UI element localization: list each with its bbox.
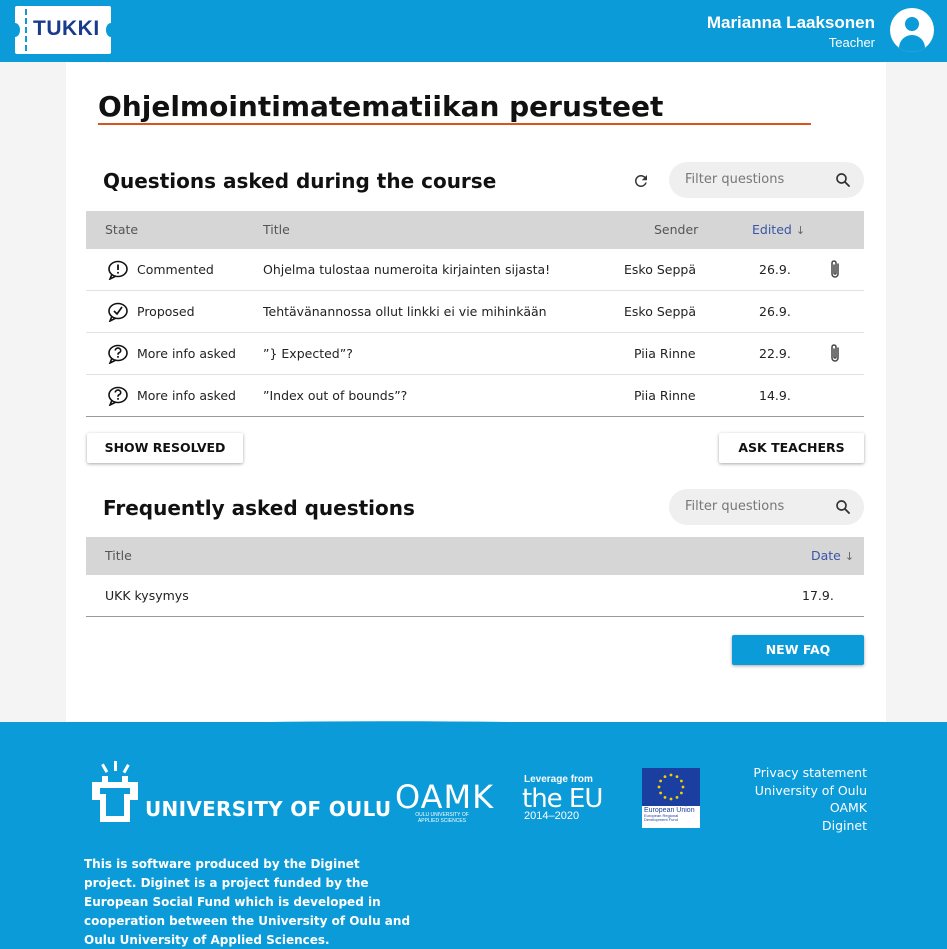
question-state: More info asked bbox=[137, 388, 236, 403]
paperclip-icon[interactable] bbox=[828, 342, 842, 364]
sort-down-arrow-icon: ↓ bbox=[795, 224, 806, 237]
tukki-logo[interactable]: TUKKI bbox=[10, 6, 116, 54]
diginet-link[interactable]: Diginet bbox=[753, 817, 867, 835]
search-icon[interactable] bbox=[834, 171, 852, 189]
refresh-icon[interactable] bbox=[632, 172, 650, 190]
footer-description: This is software produced by the Diginet… bbox=[84, 857, 411, 947]
ask-teachers-button[interactable]: ASK TEACHERS bbox=[719, 433, 864, 463]
paperclip-icon[interactable] bbox=[828, 258, 842, 280]
question-bubble-icon bbox=[108, 386, 128, 406]
question-title[interactable]: ”Index out of bounds”? bbox=[263, 388, 407, 403]
new-faq-button[interactable]: NEW FAQ bbox=[732, 635, 864, 665]
questions-filter-placeholder: Filter questions bbox=[685, 172, 785, 187]
column-edited-label: Edited bbox=[752, 222, 792, 237]
column-title[interactable]: Title bbox=[105, 548, 132, 563]
oamk-logo[interactable]: OAMK bbox=[395, 778, 494, 816]
question-title[interactable]: Tehtävänannossa ollut linkki ei vie mihi… bbox=[263, 304, 547, 319]
oamk-link[interactable]: OAMK bbox=[753, 799, 867, 817]
logo-perforation bbox=[25, 9, 27, 51]
question-edited: 22.9. bbox=[759, 346, 791, 361]
column-date[interactable]: Date ↓ bbox=[811, 548, 854, 563]
faq-section-title: Frequently asked questions bbox=[103, 496, 415, 520]
question-row[interactable]: Commented Ohjelma tulostaa numeroita kir… bbox=[86, 249, 864, 291]
question-title[interactable]: ”} Expected”? bbox=[263, 346, 353, 361]
eu-flag-label: European Union European Regional Develop… bbox=[642, 806, 700, 828]
avatar-head bbox=[905, 17, 919, 31]
question-state: Proposed bbox=[137, 304, 195, 319]
question-sender: Piia Rinne bbox=[634, 346, 696, 361]
faq-table: Title Date ↓ UKK kysymys 17.9. bbox=[86, 537, 864, 617]
question-row[interactable]: More info asked ”Index out of bounds”? P… bbox=[86, 375, 864, 417]
avatar-body bbox=[899, 35, 925, 52]
footer-links: Privacy statement University of Oulu OAM… bbox=[753, 764, 867, 834]
faq-row[interactable]: UKK kysymys 17.9. bbox=[86, 575, 864, 617]
privacy-statement-link[interactable]: Privacy statement bbox=[753, 764, 867, 782]
faq-date: 17.9. bbox=[802, 588, 834, 603]
search-icon[interactable] bbox=[834, 498, 852, 516]
exclamation-bubble-icon bbox=[108, 260, 128, 280]
column-state[interactable]: State bbox=[105, 222, 138, 237]
user-name: Marianna Laaksonen bbox=[706, 13, 875, 32]
faq-table-body: UKK kysymys 17.9. bbox=[86, 575, 864, 617]
column-edited[interactable]: Edited ↓ bbox=[752, 222, 805, 237]
question-sender: Esko Seppä bbox=[624, 304, 696, 319]
oamk-logo-subtitle: OULU UNIVERSITY OF APPLIED SCIENCES bbox=[415, 812, 469, 824]
question-row[interactable]: Proposed Tehtävänannossa ollut linkki ei… bbox=[86, 291, 864, 333]
eu-flag-label-sub: European Regional Development Fund bbox=[644, 813, 679, 822]
app-header: TUKKI Marianna Laaksonen Teacher bbox=[0, 0, 947, 62]
eu-flag-icon bbox=[642, 768, 700, 806]
logo-text: TUKKI bbox=[33, 17, 100, 40]
question-bubble-icon bbox=[108, 344, 128, 364]
page-title: Ohjelmointimatematiikan perusteet bbox=[98, 90, 664, 123]
faq-filter-placeholder: Filter questions bbox=[685, 499, 785, 514]
questions-section-title: Questions asked during the course bbox=[103, 169, 497, 193]
column-date-label: Date bbox=[811, 548, 841, 563]
question-sender: Piia Rinne bbox=[634, 388, 696, 403]
question-sender: Esko Seppä bbox=[624, 262, 696, 277]
question-state: Commented bbox=[137, 262, 214, 277]
faq-table-header: Title Date ↓ bbox=[86, 537, 864, 575]
questions-table-header: State Title Sender Edited ↓ bbox=[86, 211, 864, 249]
question-title[interactable]: Ohjelma tulostaa numeroita kirjainten si… bbox=[263, 262, 550, 277]
column-title[interactable]: Title bbox=[263, 222, 290, 237]
university-of-oulu-link[interactable]: University of Oulu bbox=[753, 782, 867, 800]
question-state: More info asked bbox=[137, 346, 236, 361]
column-sender[interactable]: Sender bbox=[654, 222, 698, 237]
sort-down-arrow-icon: ↓ bbox=[844, 550, 855, 563]
logo-notch-right bbox=[106, 23, 116, 37]
faq-title[interactable]: UKK kysymys bbox=[105, 588, 189, 603]
question-edited: 26.9. bbox=[759, 262, 791, 277]
logo-notch-left bbox=[10, 23, 20, 37]
title-underline bbox=[98, 123, 811, 125]
questions-filter-input[interactable]: Filter questions bbox=[669, 162, 864, 198]
questions-table: State Title Sender Edited ↓ Commented Ohj… bbox=[86, 211, 864, 417]
show-resolved-button[interactable]: SHOW RESOLVED bbox=[87, 433, 243, 463]
main-content: Ohjelmointimatematiikan perusteet Questi… bbox=[66, 62, 886, 742]
checkmark-bubble-icon bbox=[108, 302, 128, 322]
faq-filter-input[interactable]: Filter questions bbox=[669, 489, 864, 525]
university-of-oulu-name: UNIVERSITY OF OULU bbox=[145, 797, 392, 821]
user-role: Teacher bbox=[828, 35, 875, 50]
user-avatar-icon[interactable] bbox=[890, 8, 934, 52]
question-edited: 14.9. bbox=[759, 388, 791, 403]
questions-table-body: Commented Ohjelma tulostaa numeroita kir… bbox=[86, 249, 864, 417]
question-row[interactable]: More info asked ”} Expected”? Piia Rinne… bbox=[86, 333, 864, 375]
eu-leverage-years: 2014–2020 bbox=[524, 810, 580, 822]
question-edited: 26.9. bbox=[759, 304, 791, 319]
